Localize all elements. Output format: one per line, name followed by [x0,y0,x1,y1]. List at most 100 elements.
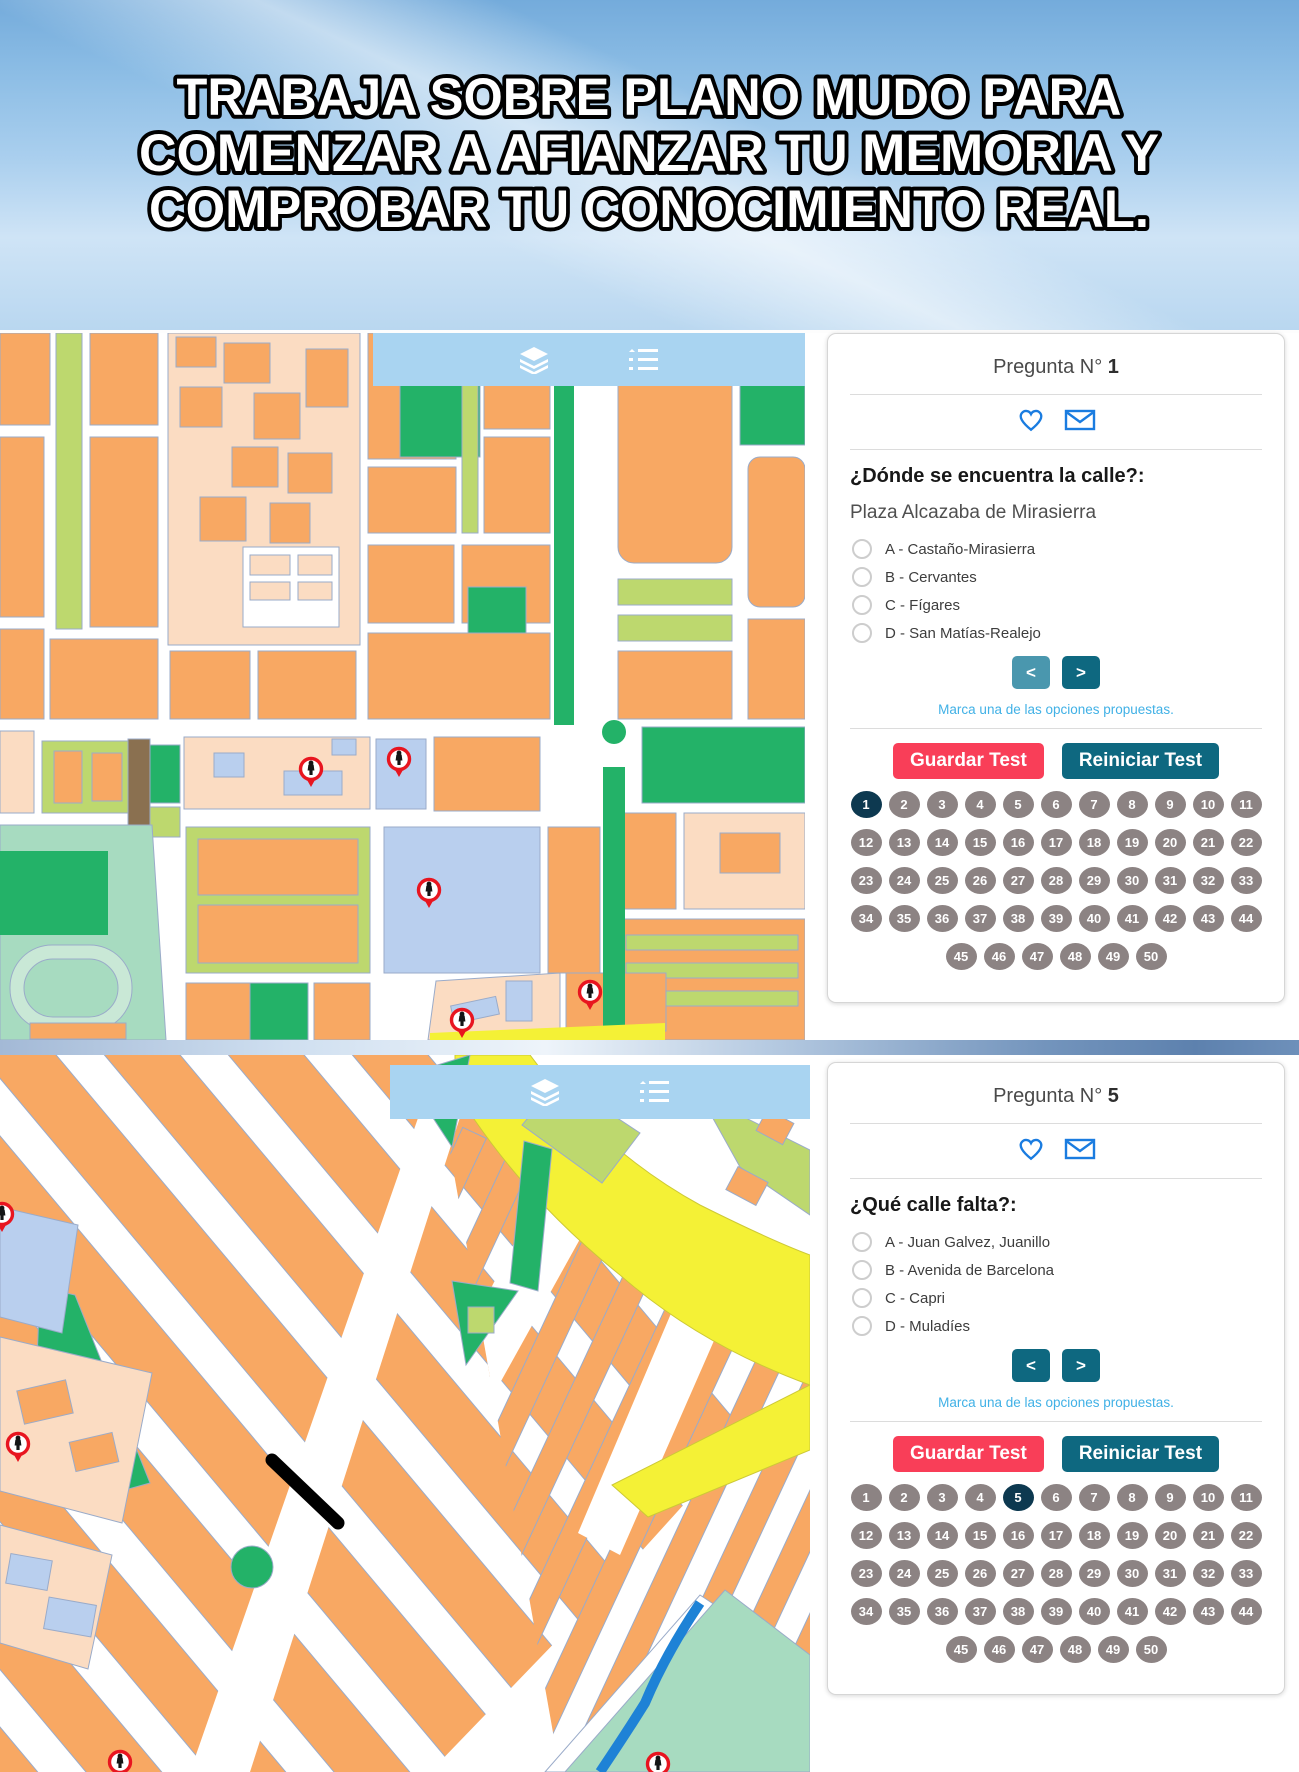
question-number-button[interactable]: 23 [851,867,882,894]
question-number-button[interactable]: 3 [927,791,958,818]
question-number-button[interactable]: 4 [965,1484,996,1511]
question-number-button[interactable]: 41 [1117,905,1148,932]
question-number-button[interactable]: 18 [1079,1522,1110,1549]
question-number-button[interactable]: 14 [927,829,958,856]
question-number-button[interactable]: 11 [1231,791,1262,818]
question-number-button[interactable]: 20 [1155,1522,1186,1549]
answer-option[interactable]: B - Avenida de Barcelona [850,1256,1262,1284]
answer-option[interactable]: A - Castaño-Mirasierra [850,535,1262,563]
question-number-button[interactable]: 45 [946,943,977,970]
question-number-button[interactable]: 2 [889,791,920,818]
question-number-button[interactable]: 26 [965,1560,996,1587]
question-number-button[interactable]: 10 [1193,1484,1224,1511]
question-number-button[interactable]: 10 [1193,791,1224,818]
answer-option[interactable]: D - San Matías-Realejo [850,619,1262,647]
question-number-button[interactable]: 19 [1117,1522,1148,1549]
question-number-button[interactable]: 7 [1079,1484,1110,1511]
question-number-button[interactable]: 34 [851,905,882,932]
answer-option[interactable]: B - Cervantes [850,563,1262,591]
question-number-button[interactable]: 27 [1003,1560,1034,1587]
reset-test-button[interactable]: Reiniciar Test [1062,743,1219,779]
question-number-button[interactable]: 13 [889,1522,920,1549]
question-number-button[interactable]: 42 [1155,905,1186,932]
question-number-button[interactable]: 36 [927,1598,958,1625]
question-number-button[interactable]: 47 [1022,1636,1053,1663]
question-number-button[interactable]: 40 [1079,1598,1110,1625]
radio-icon[interactable] [852,539,872,559]
city-map-1[interactable] [0,333,805,1040]
question-number-button[interactable]: 25 [927,867,958,894]
layers-icon[interactable] [528,1077,562,1107]
question-number-button[interactable]: 39 [1041,1598,1072,1625]
answer-option[interactable]: D - Muladíes [850,1312,1262,1340]
question-number-button[interactable]: 35 [889,1598,920,1625]
question-number-button[interactable]: 23 [851,1560,882,1587]
question-number-button[interactable]: 24 [889,867,920,894]
question-number-button[interactable]: 44 [1231,905,1262,932]
question-number-button[interactable]: 28 [1041,867,1072,894]
question-number-button[interactable]: 50 [1136,943,1167,970]
question-number-button[interactable]: 4 [965,791,996,818]
question-number-button[interactable]: 26 [965,867,996,894]
question-number-button[interactable]: 43 [1193,905,1224,932]
heart-icon[interactable] [1016,407,1046,438]
question-number-button[interactable]: 27 [1003,867,1034,894]
radio-icon[interactable] [852,1260,872,1280]
question-number-button[interactable]: 34 [851,1598,882,1625]
question-number-button[interactable]: 14 [927,1522,958,1549]
next-question-button[interactable]: > [1062,1349,1100,1382]
radio-icon[interactable] [852,1288,872,1308]
layers-icon[interactable] [517,345,551,375]
question-number-button[interactable]: 48 [1060,943,1091,970]
question-number-button[interactable]: 7 [1079,791,1110,818]
question-number-button[interactable]: 42 [1155,1598,1186,1625]
question-number-button[interactable]: 21 [1193,829,1224,856]
question-number-button[interactable]: 17 [1041,1522,1072,1549]
question-number-button[interactable]: 31 [1155,1560,1186,1587]
question-number-button[interactable]: 41 [1117,1598,1148,1625]
reset-test-button[interactable]: Reiniciar Test [1062,1436,1219,1472]
question-number-button[interactable]: 44 [1231,1598,1262,1625]
question-number-button[interactable]: 30 [1117,1560,1148,1587]
question-number-button[interactable]: 36 [927,905,958,932]
envelope-icon[interactable] [1064,408,1096,437]
question-number-button[interactable]: 32 [1193,867,1224,894]
answer-option[interactable]: C - Capri [850,1284,1262,1312]
radio-icon[interactable] [852,1232,872,1252]
radio-icon[interactable] [852,595,872,615]
question-number-button[interactable]: 6 [1041,791,1072,818]
question-number-button[interactable]: 6 [1041,1484,1072,1511]
question-number-button[interactable]: 29 [1079,1560,1110,1587]
question-number-button[interactable]: 50 [1136,1636,1167,1663]
answer-option[interactable]: A - Juan Galvez, Juanillo [850,1228,1262,1256]
question-number-button[interactable]: 16 [1003,829,1034,856]
question-number-button[interactable]: 37 [965,905,996,932]
question-number-button[interactable]: 19 [1117,829,1148,856]
question-number-button[interactable]: 38 [1003,1598,1034,1625]
question-number-button[interactable]: 40 [1079,905,1110,932]
question-number-button[interactable]: 32 [1193,1560,1224,1587]
question-number-button[interactable]: 47 [1022,943,1053,970]
question-number-button[interactable]: 46 [984,943,1015,970]
prev-question-button[interactable]: < [1012,1349,1050,1382]
question-number-button[interactable]: 5 [1003,1484,1034,1511]
question-number-button[interactable]: 16 [1003,1522,1034,1549]
question-number-button[interactable]: 17 [1041,829,1072,856]
question-number-button[interactable]: 15 [965,1522,996,1549]
question-number-button[interactable]: 29 [1079,867,1110,894]
question-number-button[interactable]: 18 [1079,829,1110,856]
list-icon[interactable] [638,1077,672,1107]
prev-question-button[interactable]: < [1012,656,1050,689]
question-number-button[interactable]: 48 [1060,1636,1091,1663]
radio-icon[interactable] [852,567,872,587]
question-number-button[interactable]: 1 [851,1484,882,1511]
city-map-2[interactable] [0,1055,810,1772]
question-number-button[interactable]: 1 [851,791,882,818]
question-number-button[interactable]: 30 [1117,867,1148,894]
answer-option[interactable]: C - Fígares [850,591,1262,619]
question-number-button[interactable]: 12 [851,829,882,856]
question-number-button[interactable]: 49 [1098,943,1129,970]
question-number-button[interactable]: 12 [851,1522,882,1549]
question-number-button[interactable]: 9 [1155,1484,1186,1511]
question-number-button[interactable]: 15 [965,829,996,856]
